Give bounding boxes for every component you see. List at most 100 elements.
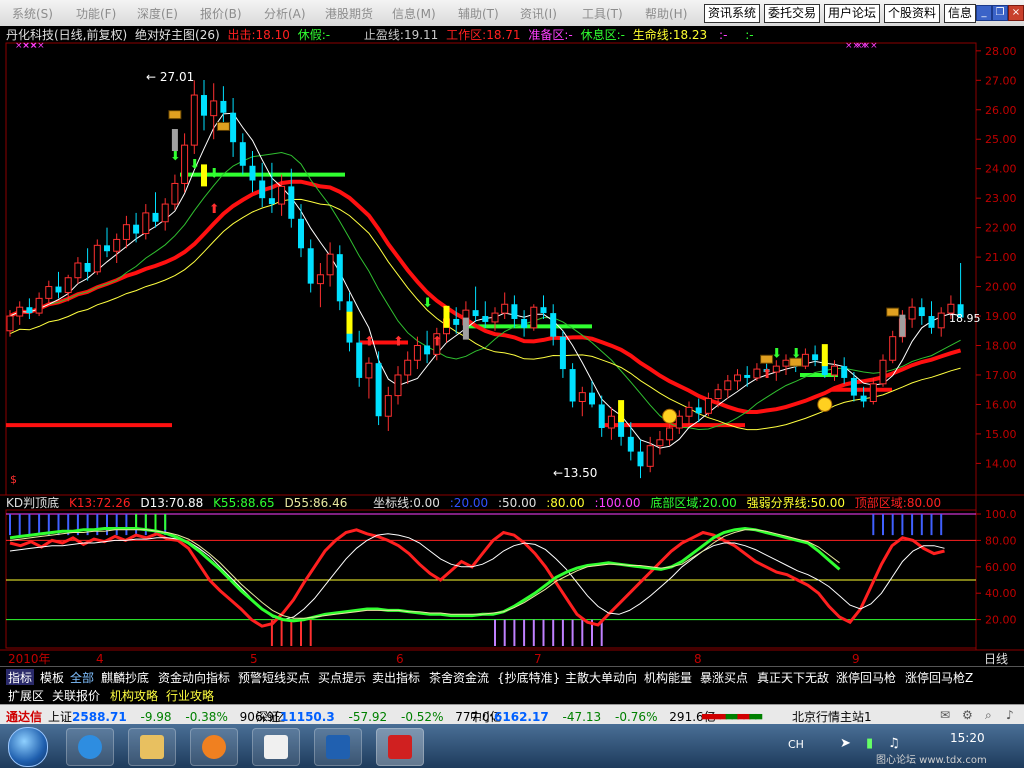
menu-analysis[interactable]: 分析(A): [264, 5, 306, 22]
taskbar-explorer[interactable]: [128, 728, 176, 766]
tab-sell[interactable]: 卖出指标: [372, 669, 420, 686]
mail-icon[interactable]: ✉: [940, 708, 950, 722]
candle-body-up: [782, 359, 790, 367]
date-label-may: 5: [250, 652, 258, 666]
taskbar-chart-app[interactable]: [252, 728, 300, 766]
header-work-zone: 工作区:18.71: [446, 28, 520, 42]
osc-d13: D13:70.88: [140, 496, 203, 510]
tab-qilin[interactable]: 麒麟抄底: [101, 669, 149, 686]
indicator-name: 绝对好主图(26): [135, 27, 220, 42]
minimize-icon[interactable]: _: [976, 5, 992, 21]
close-icon[interactable]: ×: [1008, 5, 1024, 21]
tab-industry-strategy[interactable]: 行业攻略: [166, 687, 214, 704]
taskbar-tdx[interactable]: [376, 728, 424, 766]
indicator-tab-bar: 指标 模板 全部 麒麟抄底 资金动向指标 预警短线买点 买点提示 卖出指标 茶舍…: [0, 666, 1024, 686]
zone-marker-bar: [821, 344, 828, 367]
trade-button[interactable]: 委托交易: [764, 4, 821, 23]
menu-quote[interactable]: 报价(B): [200, 5, 242, 22]
candle-body-down: [482, 316, 489, 322]
sz-index[interactable]: 深证11150.3 -57.92 -0.52% 777.0亿: [256, 708, 502, 725]
tab-main-scatter[interactable]: 主散大单动向: [565, 669, 637, 686]
chart-background: [0, 26, 1024, 666]
clock[interactable]: 15:20: [950, 731, 985, 745]
candle-body-up: [607, 415, 615, 429]
tab-warning[interactable]: 预警短线买点: [238, 669, 310, 686]
extension-tab-bar: 扩展区 关联报价 机构攻略 行业攻略: [0, 685, 1024, 703]
sell-arrow-icon: ⬆: [762, 367, 773, 382]
m-app-icon: [326, 735, 350, 759]
candle-body-up: [666, 427, 674, 441]
tab-limit-up[interactable]: 涨停回马枪: [836, 669, 896, 686]
tab-all[interactable]: 全部: [70, 669, 94, 686]
tray-cursor-icon[interactable]: ➤: [840, 736, 851, 751]
tab-template[interactable]: 模板: [40, 669, 64, 686]
buy-arrow-icon: ⬇: [189, 158, 200, 173]
buy-arrow-icon: ⬇: [209, 167, 220, 182]
tab-buy-hint[interactable]: 买点提示: [318, 669, 366, 686]
menu-assist[interactable]: 辅助(T): [458, 5, 499, 22]
zx-index[interactable]: 中小6162.17 -47.13 -0.76% 291.6亿: [470, 708, 716, 725]
taskbar-ie[interactable]: [66, 728, 114, 766]
tab-surge[interactable]: 暴涨买点: [700, 669, 748, 686]
settings-icon[interactable]: ⚙: [962, 708, 973, 722]
candle-body-down: [356, 342, 363, 378]
osc-level-50: :50.00: [498, 496, 536, 510]
search-icon[interactable]: ⌕: [985, 708, 992, 723]
candle-body-up: [190, 94, 198, 146]
sh-index[interactable]: 上证2588.71 -9.98 -0.38% 906.9亿: [48, 708, 286, 725]
stock-profile-button[interactable]: 个股资料: [884, 4, 941, 23]
tab-fund-flow[interactable]: 资金动向指标: [158, 669, 230, 686]
menu-news[interactable]: 资讯(I): [520, 5, 557, 22]
menu-tools[interactable]: 工具(T): [582, 5, 623, 22]
taskbar-media[interactable]: [190, 728, 238, 766]
tab-related-quote[interactable]: 关联报价: [52, 687, 100, 704]
taskbar-app-m[interactable]: [314, 728, 362, 766]
tray-network-icon[interactable]: ▮: [866, 736, 873, 751]
candlestick-chart[interactable]: 丹化科技(日线,前复权) 绝对好主图(26) 出击:18.10 休假:- 止盈线…: [0, 26, 1024, 666]
tab-teahouse[interactable]: 茶舍资金流: [429, 669, 489, 686]
menu-system[interactable]: 系统(S): [12, 5, 53, 22]
server-name[interactable]: 北京行情主站1: [792, 708, 872, 725]
candle-body-down: [133, 224, 140, 234]
period-label[interactable]: 日线: [984, 652, 1008, 666]
header-takeprofit: 止盈线:19.11: [364, 28, 438, 42]
zone-marker-bar: [899, 314, 906, 337]
start-button[interactable]: [8, 727, 48, 767]
candle-body-down: [637, 451, 644, 467]
tab-institution-strategy[interactable]: 机构攻略: [110, 687, 158, 704]
menu-depth[interactable]: 深度(E): [137, 5, 178, 22]
tray-volume-icon[interactable]: ♫: [888, 736, 900, 751]
menu-function[interactable]: 功能(F): [76, 5, 116, 22]
candle-body-up: [210, 100, 218, 117]
chart-area[interactable]: 丹化科技(日线,前复权) 绝对好主图(26) 出击:18.10 休假:- 止盈线…: [0, 26, 1024, 666]
menu-info[interactable]: 信息(M): [392, 5, 436, 22]
price-tick-label: 15.00: [985, 428, 1017, 441]
tab-institution[interactable]: 机构能量: [644, 669, 692, 686]
tab-limit-up-z[interactable]: 涨停回马枪Z: [905, 669, 973, 686]
news-system-button[interactable]: 资讯系统: [704, 4, 761, 23]
candle-body-down: [550, 313, 557, 337]
smiley-icon: [817, 396, 833, 412]
candle-body-down: [152, 212, 159, 222]
osc-level-80: :80.00: [546, 496, 584, 510]
volume-icon[interactable]: ♪: [1006, 708, 1014, 722]
header-rest-zone: 休息区:-: [581, 27, 625, 42]
price-tick-label: 20.00: [985, 281, 1017, 294]
tab-indicator[interactable]: 指标: [6, 669, 35, 686]
treasure-chest-icon: [886, 307, 900, 317]
tab-invincible[interactable]: 真正天下无敌: [757, 669, 829, 686]
restore-icon[interactable]: ❐: [992, 5, 1008, 21]
price-tick-label: 18.00: [985, 340, 1017, 353]
menu-hk-futures[interactable]: 港股期货: [325, 5, 373, 22]
price-tick-label: 27.00: [985, 74, 1017, 87]
menu-help[interactable]: 帮助(H): [645, 5, 687, 22]
buy-arrow-icon: ⬇: [170, 149, 181, 164]
header-extra-1: :-: [719, 28, 727, 42]
header-extra-2: :-: [745, 28, 753, 42]
forum-button[interactable]: 用户论坛: [824, 4, 881, 23]
info-button[interactable]: 信息: [944, 4, 977, 23]
candle-body-up: [714, 389, 722, 400]
tab-bottom-fishing[interactable]: {抄底特准}: [497, 669, 560, 686]
input-language[interactable]: CH: [788, 738, 804, 751]
tab-extension[interactable]: 扩展区: [8, 687, 44, 704]
